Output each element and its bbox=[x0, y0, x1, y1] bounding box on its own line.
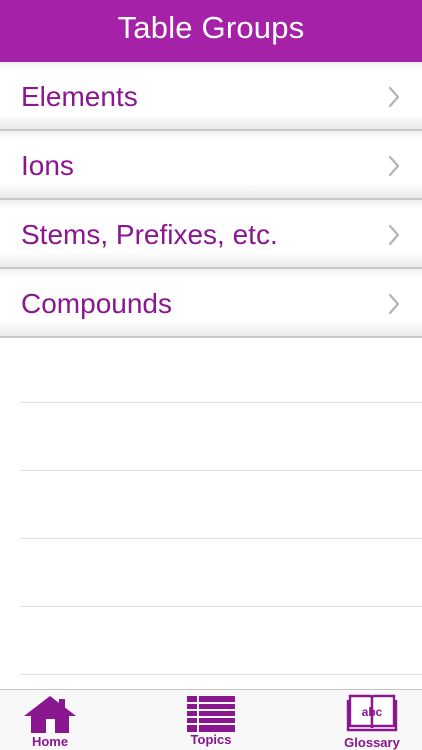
glossary-icon-text: abc bbox=[362, 705, 383, 719]
list-item-ions[interactable]: Ions bbox=[0, 131, 422, 200]
table-groups-list: Elements Ions Stems, Prefixes, etc. Comp… bbox=[0, 62, 422, 338]
tab-topics[interactable]: Topics bbox=[175, 690, 247, 750]
app-screen: Table Groups Elements Ions Stems, Prefix… bbox=[0, 0, 422, 750]
page-title: Table Groups bbox=[117, 10, 305, 45]
tab-bar: Home Topics abc Glossary bbox=[0, 689, 422, 750]
tab-glossary-label: Glossary bbox=[344, 735, 400, 750]
book-icon: abc bbox=[346, 694, 398, 732]
chevron-right-icon bbox=[388, 224, 400, 245]
chevron-right-icon bbox=[388, 86, 400, 107]
chevron-right-icon bbox=[388, 155, 400, 176]
separator-line bbox=[21, 470, 422, 471]
tab-home-label: Home bbox=[31, 734, 69, 749]
separator-line bbox=[21, 674, 422, 675]
list-item-label: Elements bbox=[21, 80, 138, 112]
separator-line bbox=[21, 402, 422, 403]
list-item-label: Ions bbox=[21, 149, 74, 181]
tab-glossary[interactable]: abc Glossary bbox=[336, 690, 408, 750]
tab-topics-label: Topics bbox=[190, 732, 232, 747]
home-icon bbox=[24, 696, 76, 733]
navigation-bar: Table Groups bbox=[0, 0, 422, 62]
list-item-label: Compounds bbox=[21, 287, 172, 319]
tab-home[interactable]: Home bbox=[14, 690, 86, 750]
chevron-right-icon bbox=[388, 293, 400, 314]
list-item-elements[interactable]: Elements bbox=[0, 62, 422, 131]
list-item-stems-prefixes[interactable]: Stems, Prefixes, etc. bbox=[0, 200, 422, 269]
list-item-label: Stems, Prefixes, etc. bbox=[21, 218, 278, 250]
separator-line bbox=[21, 538, 422, 539]
separator-line bbox=[21, 606, 422, 607]
list-icon bbox=[187, 696, 235, 732]
list-item-compounds[interactable]: Compounds bbox=[0, 269, 422, 338]
